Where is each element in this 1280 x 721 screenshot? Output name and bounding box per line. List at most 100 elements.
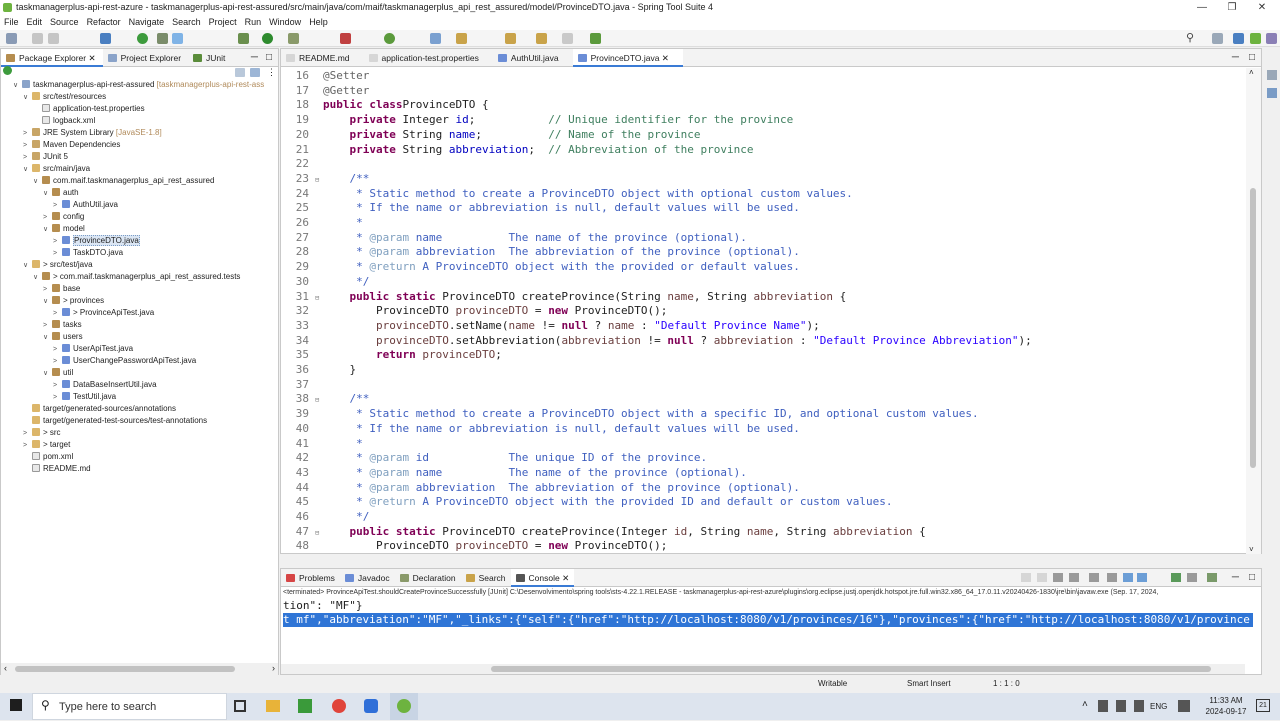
tree-item[interactable]: ∨ > src/test/java [23, 259, 93, 271]
code-line[interactable]: 30 */ [287, 275, 1245, 290]
code-line[interactable]: 24 * Static method to create a ProvinceD… [287, 187, 1245, 202]
remove-all-icon[interactable] [1069, 573, 1079, 582]
collapse-icon[interactable]: ∨ [33, 272, 42, 284]
remove-launch-icon[interactable] [1053, 573, 1063, 582]
code-line[interactable]: 33 provinceDTO.setName(name != null ? na… [287, 319, 1245, 334]
code-line[interactable]: 41 * [287, 437, 1245, 452]
code-line[interactable]: 44 * @param abbreviation The abbreviatio… [287, 481, 1245, 496]
code-line[interactable]: 43 * @param name The name of the provinc… [287, 466, 1245, 481]
collapse-icon[interactable]: ∨ [23, 92, 32, 104]
menu-source[interactable]: Source [46, 15, 83, 30]
console-scrollbar-thumb[interactable] [491, 666, 1211, 672]
tree-item[interactable]: pom.xml [23, 451, 73, 463]
code-editor[interactable]: 16 @Setter 17 @Getter 18 public classProvince… [287, 69, 1245, 552]
tree-item[interactable]: logback.xml [33, 115, 95, 127]
java-perspective-icon[interactable] [1233, 33, 1244, 44]
keyboard-icon[interactable] [1178, 700, 1190, 712]
tree-item[interactable]: > tasks [43, 319, 82, 331]
external-tools-icon[interactable] [340, 33, 351, 44]
chrome-icon[interactable] [332, 699, 346, 713]
code-line[interactable]: 35 return provinceDTO; [287, 348, 1245, 363]
editor-vertical-scrollbar[interactable]: ˄ ˅ [1246, 68, 1261, 554]
maximize-console-icon[interactable]: □ [1249, 569, 1255, 587]
task-view-icon[interactable] [234, 700, 246, 712]
fold-toggle-icon[interactable]: ⊟ [315, 291, 323, 306]
editor-scrollbar-thumb[interactable] [1250, 188, 1256, 468]
code-line[interactable]: 48 ProvinceDTO provinceDTO = new Provinc… [287, 539, 1245, 552]
code-line[interactable]: 25 * If the name or abbreviation is null… [287, 201, 1245, 216]
tab-javadoc[interactable]: Javadoc [340, 569, 395, 587]
console-terminate-icon[interactable] [1037, 573, 1047, 582]
last-edit-icon[interactable] [505, 33, 516, 44]
show-on-error-icon[interactable] [1137, 573, 1147, 582]
tab-search[interactable]: Search [461, 569, 511, 587]
code-line[interactable]: 28 * @param abbreviation The abbreviatio… [287, 245, 1245, 260]
minimize-view-icon[interactable]: ─ [251, 49, 258, 67]
tree-item[interactable]: > TestUtil.java [53, 391, 116, 403]
tree-item[interactable]: ∨ > provinces [43, 295, 104, 307]
tree-item[interactable]: > config [43, 211, 84, 223]
save-icon[interactable] [32, 33, 43, 44]
display-console-icon[interactable] [1187, 573, 1197, 582]
clock-time[interactable]: 11:33 AM [1202, 695, 1250, 706]
terminal-icon[interactable] [100, 33, 111, 44]
tree-item[interactable]: > AuthUtil.java [53, 199, 118, 211]
code-line[interactable]: 36 } [287, 363, 1245, 378]
collapse-icon[interactable]: ∨ [23, 260, 32, 272]
scroll-lock-icon[interactable] [1089, 573, 1099, 582]
tree-item[interactable]: > UserChangePasswordApiTest.java [53, 355, 196, 367]
maximize-button[interactable]: ❐ [1218, 0, 1246, 15]
code-line[interactable]: 39 * Static method to create a ProvinceD… [287, 407, 1245, 422]
open-perspective-icon[interactable] [1212, 33, 1223, 44]
console-horizontal-scrollbar[interactable] [281, 664, 1245, 674]
collapse-icon[interactable]: ∨ [43, 296, 52, 308]
menu-window[interactable]: Window [265, 15, 305, 30]
tab-junit[interactable]: JUnit [188, 49, 232, 67]
code-line[interactable]: 46 */ [287, 510, 1245, 525]
debug-perspective-icon[interactable] [1266, 33, 1277, 44]
scrollbar-thumb[interactable] [15, 666, 235, 672]
menu-run[interactable]: Run [241, 15, 266, 30]
file-explorer-icon[interactable] [266, 700, 280, 712]
maps-icon[interactable] [364, 699, 378, 713]
close-tab-icon[interactable]: ✕ [560, 573, 569, 583]
link-with-editor-icon[interactable] [250, 68, 260, 77]
collapse-icon[interactable]: ∨ [23, 164, 32, 176]
fold-toggle-icon[interactable]: ⊟ [315, 173, 323, 188]
restore-icon[interactable] [1267, 70, 1277, 80]
editor-tab[interactable]: ProvinceDTO.java ✕ [572, 49, 683, 67]
menu-file[interactable]: File [0, 15, 23, 30]
word-wrap-icon[interactable] [1107, 573, 1117, 582]
menu-search[interactable]: Search [168, 15, 205, 30]
open-console-icon[interactable] [1207, 573, 1217, 582]
code-line[interactable]: 37 [287, 378, 1245, 393]
tree-item[interactable]: ∨ auth [43, 187, 79, 199]
code-line[interactable]: 34 provinceDTO.setAbbreviation(abbreviat… [287, 334, 1245, 349]
tree-horizontal-scrollbar[interactable]: ‹ › [1, 663, 278, 675]
back-icon[interactable] [536, 33, 547, 44]
close-tab-icon[interactable]: ✕ [659, 53, 669, 63]
excel-icon[interactable] [298, 699, 312, 713]
collapse-icon[interactable]: ∨ [43, 368, 52, 380]
menu-help[interactable]: Help [305, 15, 332, 30]
menu-project[interactable]: Project [205, 15, 241, 30]
tree-item[interactable]: README.md [23, 463, 91, 475]
collapse-icon[interactable]: ∨ [43, 332, 52, 344]
maximize-editor-icon[interactable]: □ [1249, 49, 1255, 67]
tab-console[interactable]: Console ✕ [510, 569, 575, 587]
tab-package-explorer[interactable]: Package Explorer ✕ [1, 49, 103, 67]
clock-date[interactable]: 2024-09-17 [1202, 706, 1250, 717]
tree-item[interactable]: > JRE System Library [JavaSE-1.8] [23, 127, 162, 139]
tree-item[interactable]: > base [43, 283, 80, 295]
tree-item[interactable]: > ProvinceDTO.java [53, 235, 140, 247]
console-clear-icon[interactable] [1021, 573, 1031, 582]
fold-toggle-icon[interactable]: ⊟ [315, 526, 323, 541]
collapse-all-icon[interactable] [235, 68, 245, 77]
maximize-view-icon[interactable]: □ [266, 49, 272, 67]
tree-item[interactable]: > UserApiTest.java [53, 343, 133, 355]
code-line[interactable]: 38 ⊟ /** [287, 392, 1245, 407]
close-window-button[interactable]: ✕ [1248, 0, 1276, 15]
new-icon[interactable] [6, 33, 17, 44]
tray-chevron-icon[interactable]: ˄ [1082, 699, 1088, 710]
save-all-icon[interactable] [48, 33, 59, 44]
